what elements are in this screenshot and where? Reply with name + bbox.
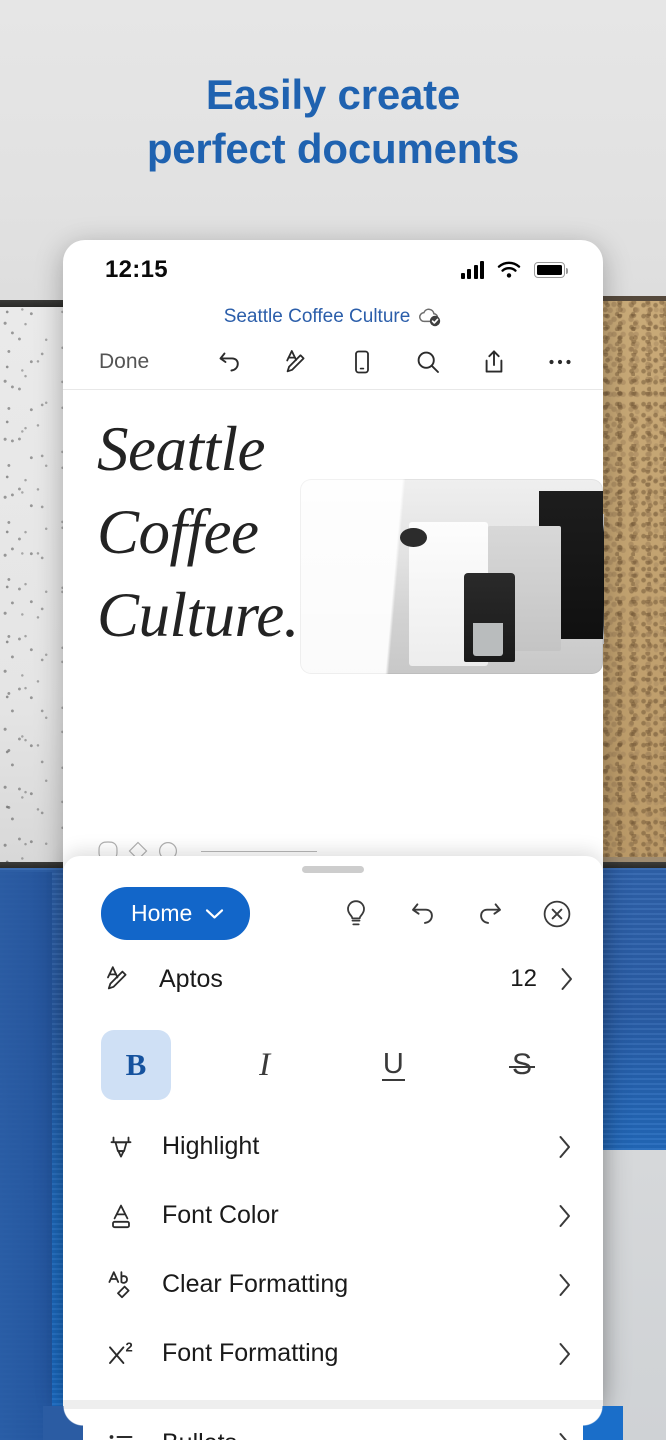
share-icon[interactable] (479, 347, 509, 377)
document-toolbar: Done (63, 334, 603, 390)
chevron-right-icon (559, 966, 575, 992)
mobile-view-icon[interactable] (347, 347, 377, 377)
sheet-section-divider (63, 1400, 603, 1409)
bold-glyph: B (125, 1047, 147, 1082)
text-edit-pen-icon[interactable] (281, 347, 311, 377)
search-icon[interactable] (413, 347, 443, 377)
document-heading-line2: Coffee (97, 497, 259, 568)
underline-button[interactable]: U (358, 1030, 428, 1100)
drag-handle[interactable] (302, 866, 364, 873)
bold-button[interactable]: B (101, 1030, 171, 1100)
menu-item-bullets[interactable]: Bullets (63, 1409, 603, 1440)
font-name-value: Aptos (159, 964, 223, 993)
background-blue-left-strip (0, 872, 52, 1440)
document-heading-line3: Culture. (97, 580, 299, 651)
font-row[interactable]: Aptos 12 (63, 940, 603, 1018)
menu-item-label: Bullets (162, 1429, 237, 1440)
font-size-value: 12 (510, 965, 537, 992)
sheet-header: Home (63, 873, 603, 940)
highlighter-icon (101, 1131, 141, 1163)
redo-icon[interactable] (474, 898, 506, 930)
menu-item-highlight[interactable]: Highlight (63, 1112, 603, 1181)
status-bar-icons (460, 260, 569, 279)
chevron-right-icon (557, 1134, 573, 1160)
done-button[interactable]: Done (99, 350, 149, 374)
chevron-right-icon (557, 1272, 573, 1298)
chevron-right-icon (557, 1431, 573, 1440)
phone-corner-mask-right (583, 1406, 623, 1440)
toolbar-icon-group (215, 347, 575, 377)
status-bar-time: 12:15 (105, 256, 168, 283)
underline-glyph: U (381, 1047, 405, 1082)
font-color-icon (101, 1200, 141, 1232)
phone-corner-mask-left (43, 1406, 83, 1440)
document-heading: Seattle Coffee Culture. (97, 408, 427, 657)
italic-glyph: I (259, 1046, 271, 1083)
svg-text:2: 2 (126, 1339, 133, 1354)
document-title: Seattle Coffee Culture (223, 306, 411, 327)
lightbulb-icon[interactable] (340, 898, 372, 930)
menu-item-bullets-clipped: Bullets (63, 1409, 603, 1440)
document-canvas[interactable]: Seattle Coffee Culture. OVERVIEW Seattle… (63, 390, 603, 895)
undo-icon[interactable] (407, 898, 439, 930)
menu-item-clear-formatting[interactable]: Clear Formatting (63, 1250, 603, 1319)
menu-item-label: Font Color (162, 1201, 279, 1229)
cloud-synced-icon (419, 308, 441, 327)
menu-item-label: Clear Formatting (162, 1270, 349, 1298)
menu-item-font-color[interactable]: Font Color (63, 1181, 603, 1250)
divider-line (201, 850, 317, 852)
wifi-icon (497, 261, 521, 278)
chevron-down-icon (206, 909, 224, 919)
document-heading-line1: Seattle (97, 414, 265, 484)
promo-headline-line2: perfect documents (146, 124, 520, 172)
strikethrough-glyph: S (508, 1048, 536, 1081)
menu-item-label: Font Formatting (162, 1339, 339, 1367)
menu-item-font-formatting[interactable]: 2 Font Formatting (63, 1319, 603, 1388)
italic-button[interactable]: I (230, 1030, 300, 1100)
superscript-icon: 2 (101, 1337, 141, 1371)
promo-headline: Easily create perfect documents (0, 68, 666, 176)
sheet-header-icons (340, 898, 573, 930)
formatting-bottom-sheet: Home Aptos 12 B I U S Highlight Font Col… (63, 856, 603, 1440)
strikethrough-button[interactable]: S (487, 1030, 557, 1100)
font-pen-icon (101, 962, 135, 996)
chevron-right-icon (557, 1203, 573, 1229)
document-title-bar[interactable]: Seattle Coffee Culture (63, 300, 603, 334)
status-bar: 12:15 (63, 240, 603, 300)
promo-headline-line1: Easily create (205, 71, 461, 118)
text-style-row: B I U S (63, 1018, 603, 1112)
more-options-icon[interactable] (545, 347, 575, 377)
background-cork-panel (603, 296, 666, 866)
clear-formatting-icon (101, 1268, 141, 1302)
battery-full-icon (534, 262, 569, 278)
close-circle-icon[interactable] (541, 898, 573, 930)
tab-home-label: Home (131, 900, 193, 926)
bullet-list-icon (101, 1428, 141, 1440)
chevron-right-icon (557, 1341, 573, 1367)
tab-home[interactable]: Home (101, 887, 251, 940)
menu-item-label: Highlight (162, 1132, 260, 1160)
cellular-signal-icon (460, 260, 484, 279)
undo-icon[interactable] (215, 347, 245, 377)
